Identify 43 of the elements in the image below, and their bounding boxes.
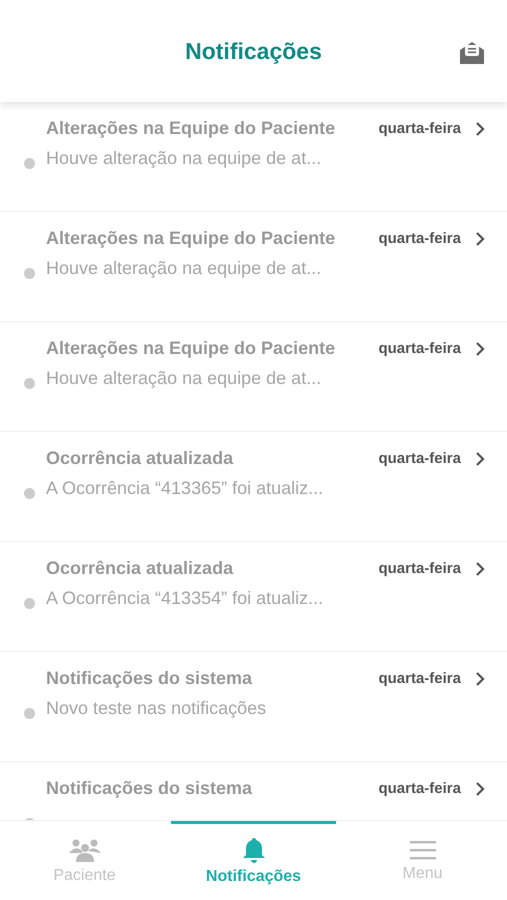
unread-dot xyxy=(24,378,35,389)
notification-message: A Ocorrência “413354” foi atualiz... xyxy=(46,588,324,609)
notification-date: quarta-feira xyxy=(378,450,461,467)
unread-dot xyxy=(24,708,35,719)
notification-title: Ocorrência atualizada xyxy=(46,558,234,579)
people-icon xyxy=(68,838,100,862)
notification-item[interactable]: Alterações na Equipe do Paciente Houve alteração na equipe de at... quarta-feira xyxy=(0,102,507,212)
notification-message: Novo teste nas notificações xyxy=(46,698,268,719)
notification-item[interactable]: Notificações do sistema Novo teste nas notificações quarta-feira xyxy=(0,652,507,762)
notification-title: Notificações do sistema xyxy=(46,778,254,799)
unread-dot xyxy=(24,598,35,609)
notification-title: Alterações na Equipe do Paciente xyxy=(46,118,336,139)
notification-message: Houve alteração na equipe de at... xyxy=(46,368,322,389)
notification-message: A Ocorrência “413365” foi atualiz... xyxy=(46,478,324,499)
notification-date: quarta-feira xyxy=(378,340,461,357)
unread-dot xyxy=(24,158,35,169)
chevron-right-icon xyxy=(475,121,485,137)
notification-date: quarta-feira xyxy=(378,120,461,137)
bell-icon xyxy=(242,836,266,862)
notification-title: Notificações do sistema xyxy=(46,668,254,689)
menu-icon xyxy=(410,840,436,860)
notification-date: quarta-feira xyxy=(378,560,461,577)
notification-item[interactable]: Ocorrência atualizada A Ocorrência “413354” foi atualiz... quarta-feira xyxy=(0,542,507,652)
chevron-right-icon xyxy=(475,341,485,357)
chevron-right-icon xyxy=(475,671,485,687)
chevron-right-icon xyxy=(475,561,485,577)
unread-dot xyxy=(24,268,35,279)
notification-title: Alterações na Equipe do Paciente xyxy=(46,228,336,249)
notification-date: quarta-feira xyxy=(378,670,461,687)
notification-message: Houve alteração na equipe de at... xyxy=(46,148,322,169)
page-title: Notificações xyxy=(185,38,322,64)
chevron-right-icon xyxy=(475,231,485,247)
notification-message: Houve alteração na equipe de at... xyxy=(46,258,322,279)
unread-dot xyxy=(24,488,35,499)
notification-item[interactable]: Ocorrência atualizada A Ocorrência “413365” foi atualiz... quarta-feira xyxy=(0,432,507,542)
notification-date: quarta-feira xyxy=(378,230,461,247)
chevron-right-icon xyxy=(475,451,485,467)
notification-date: quarta-feira xyxy=(378,780,461,797)
chevron-right-icon xyxy=(475,781,485,797)
notification-title: Alterações na Equipe do Paciente xyxy=(46,338,336,359)
notification-item[interactable]: Alterações na Equipe do Paciente Houve alteração na equipe de at... quarta-feira xyxy=(0,212,507,322)
notification-title: Ocorrência atualizada xyxy=(46,448,234,469)
notification-item[interactable]: Alterações na Equipe do Paciente Houve alteração na equipe de at... quarta-feira xyxy=(0,322,507,432)
